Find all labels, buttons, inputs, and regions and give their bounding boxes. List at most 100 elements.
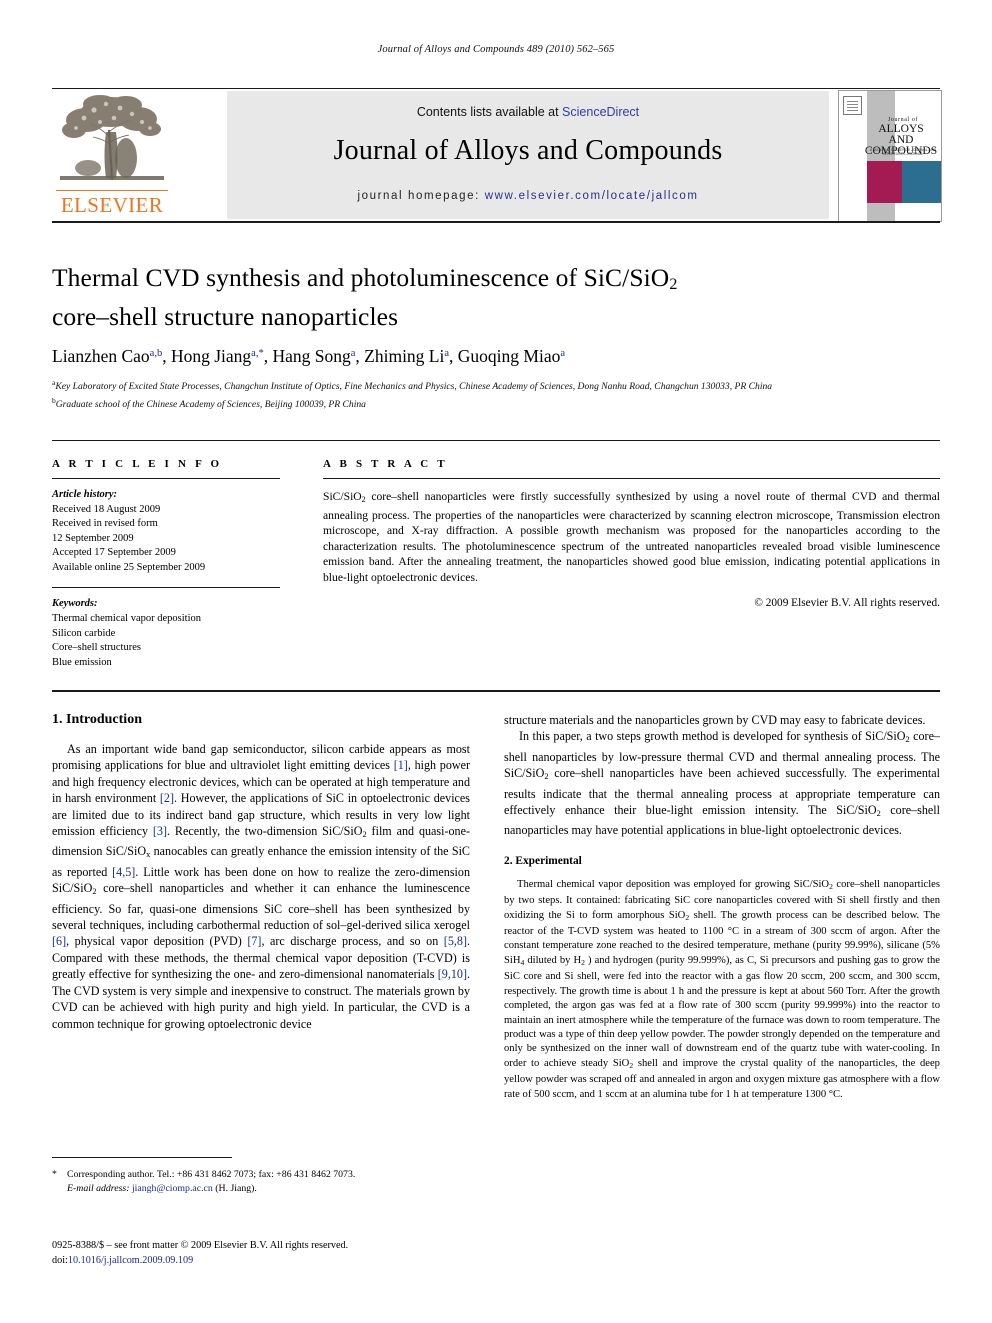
keyword-item: Core–shell structures	[52, 642, 141, 654]
contents-prefix: Contents lists available at	[416, 105, 563, 119]
keyword-item: Silicon carbide	[52, 627, 116, 639]
email-suffix: (H. Jiang).	[212, 1182, 257, 1194]
article-history-label: Article history:	[52, 489, 118, 500]
keywords-group: Keywords: Thermal chemical vapor deposit…	[52, 597, 280, 670]
cover-elsevier-mark-icon	[843, 96, 862, 115]
keywords-rule	[52, 587, 280, 589]
cover-magenta-block	[867, 161, 902, 203]
article-history-group: Article history: Received 18 August 2009…	[52, 488, 280, 575]
email-link[interactable]: jiangh@ciomp.ac.cn	[132, 1183, 213, 1194]
elsevier-tree-icon	[60, 95, 164, 181]
intro-paragraph-1: As an important wide band gap semiconduc…	[52, 741, 470, 1032]
history-item: Available online 25 September 2009	[52, 561, 206, 573]
affiliation-b: bGraduate school of the Chinese Academy …	[52, 394, 940, 412]
abstract-heading: A B S T R A C T	[323, 458, 448, 470]
journal-title: Journal of Alloys and Compounds	[333, 135, 723, 166]
intro-p1-d: . Recently, the two-dimension SiC/SiO	[167, 824, 363, 839]
email-label: E-mail address:	[67, 1182, 130, 1194]
journal-homepage-line: journal homepage: www.elsevier.com/locat…	[227, 190, 829, 202]
affiliation-a-text: Key Laboratory of Excited State Processe…	[55, 381, 773, 392]
abstract-column: A B S T R A C T SiC/SiO2 core–shell nano…	[323, 458, 940, 609]
affiliation-a: aKey Laboratory of Excited State Process…	[52, 376, 940, 394]
history-item: Accepted 17 September 2009	[52, 547, 176, 559]
article-title: Thermal CVD synthesis and photoluminesce…	[52, 262, 940, 333]
abstract-part1: SiC/SiO	[323, 490, 362, 503]
journal-masthead: ELSEVIER Contents lists available at Sci…	[52, 88, 942, 224]
abstract-text: SiC/SiO2 core–shell nanoparticles were f…	[323, 489, 940, 586]
abstract-part2: core–shell nanoparticles were firstly su…	[323, 490, 940, 584]
intro-p2-c: core–shell nanoparticles have been achie…	[504, 766, 940, 818]
footnote-star: *	[52, 1169, 57, 1180]
keyword-item: Thermal chemical vapor deposition	[52, 612, 201, 624]
experimental-paragraph-1: Thermal chemical vapor deposition was em…	[504, 878, 940, 1102]
author-affil-mark: a,*	[251, 348, 264, 359]
doi-label: doi:	[52, 1254, 68, 1266]
cover-teal-block	[902, 161, 941, 203]
author-sep: ,	[355, 346, 365, 366]
running-head: Journal of Alloys and Compounds 489 (201…	[377, 44, 615, 55]
journal-band: Contents lists available at ScienceDirec…	[227, 91, 829, 219]
abstract-rule	[323, 478, 940, 479]
masthead-top-rule	[52, 88, 940, 89]
homepage-url-link[interactable]: www.elsevier.com/locate/jallcom	[485, 190, 699, 202]
corresponding-author-footnote: * Corresponding author. Tel.: +86 431 84…	[52, 1168, 470, 1195]
citation-ref[interactable]: [7]	[247, 934, 261, 948]
citation-ref[interactable]: [2]	[160, 791, 174, 805]
info-top-rule	[52, 440, 940, 441]
corresponding-text: Corresponding author. Tel.: +86 431 8462…	[67, 1169, 356, 1180]
section-heading-introduction: 1. Introduction	[52, 712, 142, 727]
journal-cover-thumbnail: Journal of ALLOYS AND COMPOUNDS A MATERIA…	[838, 90, 942, 222]
intro-paragraph-2: In this paper, a two steps growth method…	[504, 728, 940, 838]
imprint-block: 0925-8388/$ – see front matter © 2009 El…	[52, 1239, 482, 1268]
intro-paragraph-1-continued: structure materials and the nanoparticle…	[504, 712, 940, 728]
cover-subtitle: A MATERIALS SCIENCE JOURNAL AND INTERFAC…	[869, 148, 937, 157]
citation-ref[interactable]: [3]	[153, 824, 167, 838]
citation-ref[interactable]: [5,8]	[444, 934, 467, 948]
exp-p1-d: diluted by H	[524, 954, 582, 966]
abstract-copyright: © 2009 Elsevier B.V. All rights reserved…	[754, 596, 940, 609]
article-title-line2: core–shell structure nanoparticles	[52, 302, 399, 331]
intro-p1-cont: structure materials and the nanoparticle…	[504, 713, 926, 727]
elsevier-logo-rule	[56, 189, 168, 191]
intro-p2-a: In this paper, a two steps growth method…	[519, 729, 906, 744]
author-name: Hong Jiang	[170, 346, 252, 366]
author-name: Zhiming Li	[364, 346, 445, 366]
sciencedirect-link[interactable]: ScienceDirect	[562, 105, 639, 119]
intro-p1-i: , physical vapor deposition (PVD)	[66, 934, 248, 949]
doi-link[interactable]: 10.1016/j.jallcom.2009.09.109	[68, 1255, 193, 1266]
citation-ref[interactable]: [6]	[52, 934, 66, 948]
article-info-heading: A R T I C L E I N F O	[52, 458, 223, 470]
author-name: Hang Song	[272, 346, 351, 366]
citation-ref[interactable]: [9,10]	[438, 967, 467, 981]
section-heading-experimental: 2. Experimental	[504, 854, 582, 867]
history-item: 12 September 2009	[52, 532, 134, 544]
keywords-label: Keywords:	[52, 598, 98, 610]
intro-p1-j: , arc discharge process, and so on	[261, 934, 444, 949]
author-sep: ,	[162, 346, 171, 366]
history-item: Received 18 August 2009	[52, 503, 161, 515]
title-block: Thermal CVD synthesis and photoluminesce…	[52, 262, 940, 411]
elsevier-logo: ELSEVIER	[54, 92, 170, 218]
author-affil-mark: a,b	[149, 348, 163, 359]
affiliation-b-text: Graduate school of the Chinese Academy o…	[55, 398, 366, 410]
article-info-column: A R T I C L E I N F O Article history: R…	[52, 458, 280, 670]
footnote-body: Corresponding author. Tel.: +86 431 8462…	[52, 1168, 470, 1195]
doi-line: doi:10.1016/j.jallcom.2009.09.109	[52, 1254, 482, 1269]
history-item: Received in revised form	[52, 518, 158, 530]
elsevier-wordmark: ELSEVIER	[60, 193, 164, 217]
masthead-bottom-rule	[52, 221, 940, 224]
paper-page: Journal of Alloys and Compounds 489 (201…	[0, 0, 992, 1323]
homepage-prefix: journal homepage:	[357, 190, 480, 202]
article-title-subscript: 2	[669, 276, 678, 293]
body-column-right: structure materials and the nanoparticle…	[504, 712, 940, 1102]
exp-p1-a: Thermal chemical vapor deposition was em…	[517, 878, 830, 890]
body-column-left: 1. Introduction As an important wide ban…	[52, 712, 470, 1032]
article-title-line1: Thermal CVD synthesis and photoluminesce…	[52, 263, 670, 292]
citation-ref[interactable]: [4,5]	[112, 865, 135, 879]
author-affil-mark: a	[560, 348, 566, 359]
imprint-line: 0925-8388/$ – see front matter © 2009 El…	[52, 1240, 349, 1251]
citation-ref[interactable]: [1]	[394, 758, 408, 772]
info-bottom-rule	[52, 690, 940, 692]
author-list: Lianzhen Caoa,b, Hong Jianga,*, Hang Son…	[52, 346, 940, 367]
footnote-rule	[52, 1157, 232, 1158]
